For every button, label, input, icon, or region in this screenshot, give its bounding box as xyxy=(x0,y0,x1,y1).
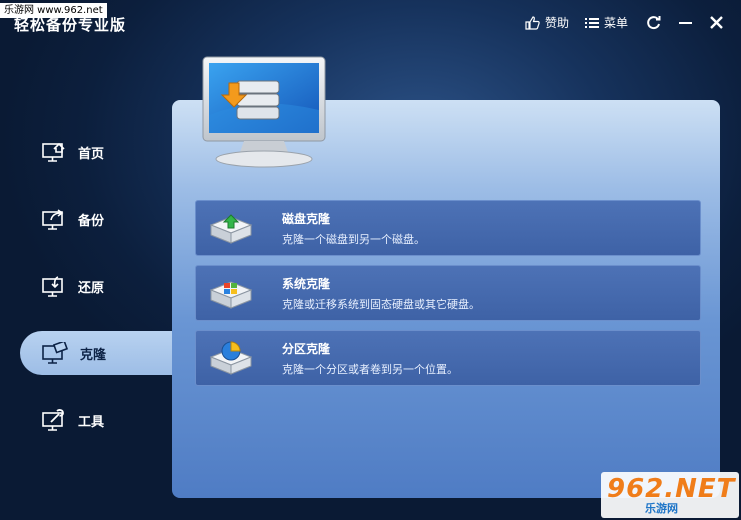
nav-item-home[interactable]: 首页 xyxy=(20,130,172,174)
minimize-icon xyxy=(679,22,692,24)
app-window: 乐游网 www.962.net 轻松备份专业版 赞助 菜单 首页 备份 还原 克… xyxy=(0,0,741,520)
clone-monitor-icon xyxy=(42,342,68,364)
nav-label-clone: 克隆 xyxy=(80,347,107,363)
card-desc: 克隆一个磁盘到另一个磁盘。 xyxy=(282,232,425,246)
close-button[interactable] xyxy=(710,16,723,29)
nav-label-restore: 还原 xyxy=(78,280,105,296)
watermark-top: 乐游网 www.962.net xyxy=(0,3,107,18)
watermark-bottom: 962.NET 乐游网 xyxy=(601,472,739,518)
nav-label-home: 首页 xyxy=(78,146,105,162)
menu-button[interactable]: 菜单 xyxy=(584,14,628,31)
partition-clone-option[interactable]: 分区克隆 克隆一个分区或者卷到另一个位置。 xyxy=(195,330,701,386)
card-title: 分区克隆 xyxy=(282,341,331,356)
minimize-button[interactable] xyxy=(679,16,692,29)
sponsor-label: 赞助 xyxy=(544,16,569,30)
sponsor-button[interactable]: 赞助 xyxy=(525,14,569,31)
refresh-icon xyxy=(647,16,661,30)
sidebar-nav: 首页 备份 还原 克隆 工具 xyxy=(20,130,172,465)
system-clone-option[interactable]: 系统克隆 克隆或迁移系统到固态硬盘或其它硬盘。 xyxy=(195,265,701,321)
thumbs-up-icon xyxy=(525,15,540,30)
card-title: 系统克隆 xyxy=(282,276,331,291)
menu-label: 菜单 xyxy=(603,16,628,30)
nav-label-backup: 备份 xyxy=(78,213,105,229)
partition-clone-icon xyxy=(209,341,253,375)
watermark-small: 乐游网 xyxy=(645,502,678,515)
nav-label-tools: 工具 xyxy=(78,414,105,430)
backup-monitor-icon xyxy=(42,209,64,230)
disk-clone-option[interactable]: 磁盘克隆 克隆一个磁盘到另一个磁盘。 xyxy=(195,200,701,256)
nav-item-clone[interactable]: 克隆 xyxy=(20,331,172,375)
disk-clone-icon xyxy=(209,214,253,244)
close-icon xyxy=(710,16,723,29)
refresh-button[interactable] xyxy=(646,15,661,30)
nav-item-backup[interactable]: 备份 xyxy=(20,197,172,241)
nav-item-tools[interactable]: 工具 xyxy=(20,398,172,442)
nav-item-restore[interactable]: 还原 xyxy=(20,264,172,308)
card-title: 磁盘克隆 xyxy=(282,211,331,226)
home-monitor-icon xyxy=(42,142,65,162)
monitor-illustration-icon xyxy=(202,56,326,168)
top-actions: 赞助 菜单 xyxy=(509,14,723,31)
system-clone-icon xyxy=(209,281,253,309)
restore-monitor-icon xyxy=(42,276,63,297)
card-desc: 克隆一个分区或者卷到另一个位置。 xyxy=(282,362,458,376)
menu-list-icon xyxy=(584,17,599,28)
tools-monitor-icon xyxy=(42,409,64,431)
card-desc: 克隆或迁移系统到固态硬盘或其它硬盘。 xyxy=(282,297,480,311)
